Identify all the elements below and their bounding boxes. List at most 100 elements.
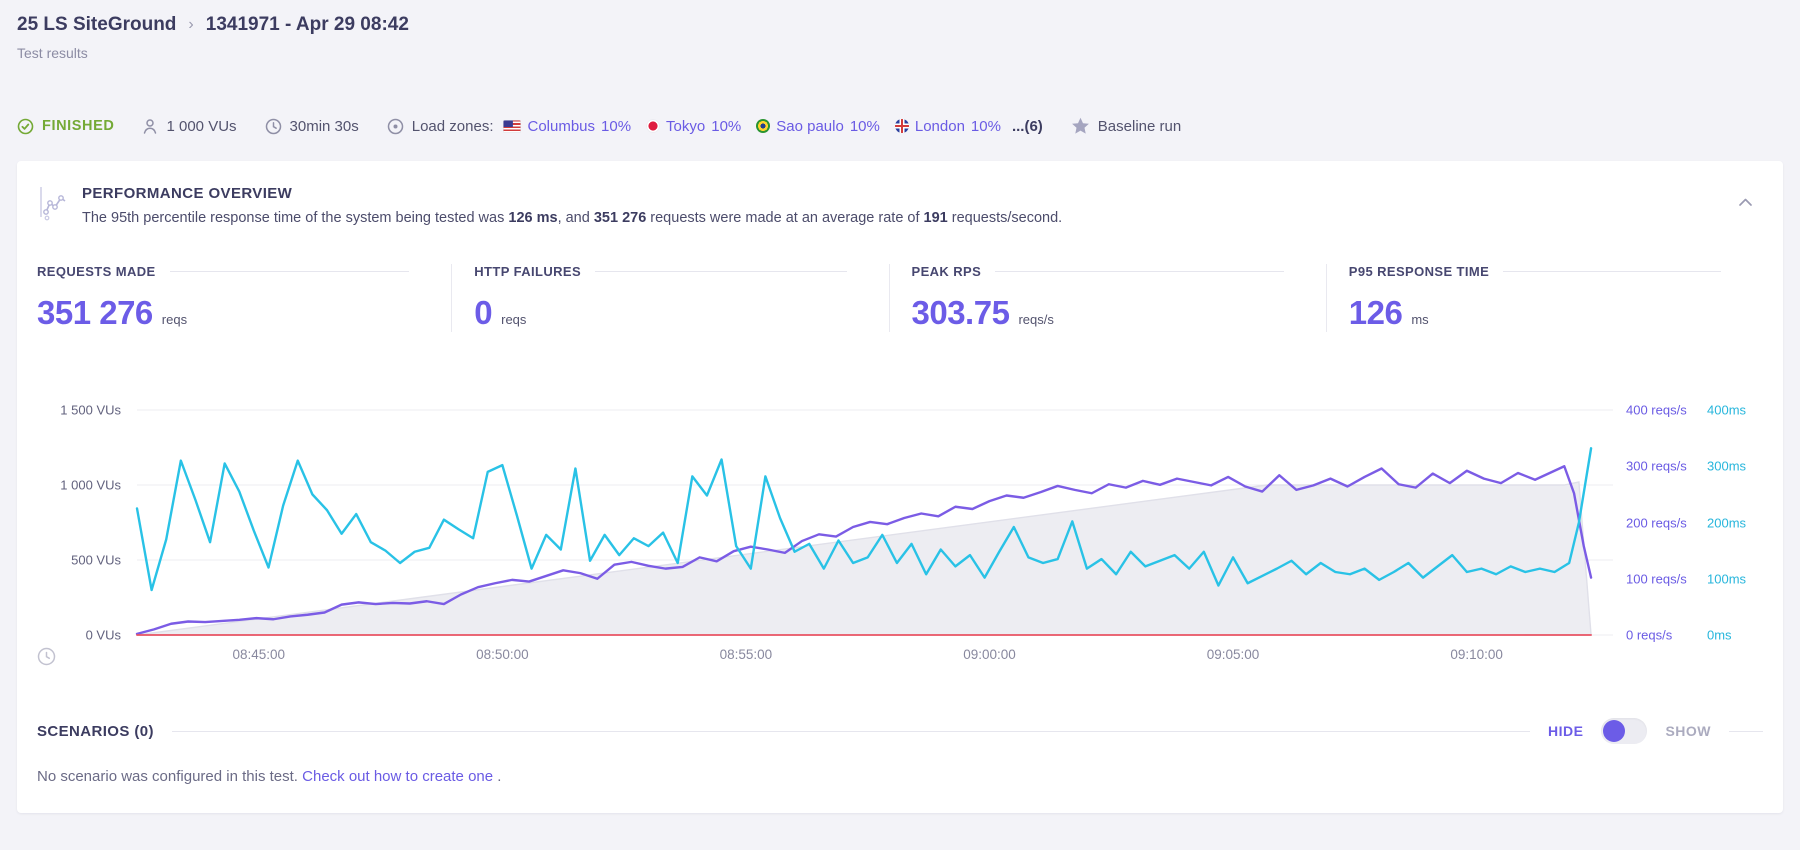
scenarios-message-text: No scenario was configured in this test. [37,768,302,785]
card-header: PERFORMANCE OVERVIEW The 95th percentile… [37,183,1763,226]
more-zones-link[interactable]: ...(6) [1012,118,1043,135]
collapse-chevron-up-icon[interactable] [1738,197,1753,207]
zone-sao-paulo: Sao paulo 10% [756,118,880,135]
time-clock-icon [37,647,56,666]
rps-tick-label: 300 reqs/s [1626,459,1698,474]
metric-http-failures: HTTP FAILURES 0reqs [451,264,888,332]
zone-london: London 10% [895,118,1001,135]
y-right-tick: 0 reqs/s0ms [1626,628,1732,643]
y-left-tick: 0 VUs [86,628,121,643]
card-description: The 95th percentile response time of the… [82,210,1062,226]
ms-tick-label: 200ms [1707,515,1746,530]
status-duration: 30min 30s [265,118,359,135]
divider [172,731,1530,732]
divider [995,271,1284,272]
desc-text: requests were made at an average rate of [646,210,923,226]
metric-unit: reqs [501,312,526,327]
divider [1503,271,1721,272]
metric-requests-made: REQUESTS MADE 351 276reqs [37,264,451,332]
zone-percent: 10% [601,118,631,135]
show-label[interactable]: SHOW [1665,723,1711,739]
page-subtitle: Test results [17,45,1783,61]
metric-unit: reqs [162,312,187,327]
breadcrumb-run-name[interactable]: 1341971 - Apr 29 08:42 [206,14,409,36]
chart-plot-area[interactable] [137,410,1613,635]
status-label: FINISHED [42,118,114,134]
y-left-tick: 1 000 VUs [60,477,121,492]
x-time-tick: 08:45:00 [233,647,286,662]
ms-tick-label: 100ms [1707,571,1746,586]
desc-text: The 95th percentile response time of the… [82,210,508,226]
rps-tick-label: 200 reqs/s [1626,515,1698,530]
x-time-tick: 08:55:00 [720,647,773,662]
metric-label: REQUESTS MADE [37,264,156,279]
y-left-tick: 1 500 VUs [60,403,121,418]
divider [170,271,410,272]
y-right-tick: 200 reqs/s 200ms [1626,515,1746,530]
card-title: PERFORMANCE OVERVIEW [82,183,1062,202]
metric-value: 303.75 [912,294,1010,332]
breadcrumb-test-name[interactable]: 25 LS SiteGround [17,14,176,36]
y-right-tick: 100 reqs/s100ms [1626,571,1746,586]
clock-icon [265,118,282,135]
check-circle-icon [17,118,34,135]
metric-value: 126 [1349,294,1403,332]
metric-unit: ms [1411,312,1428,327]
rps-tick-label: 400 reqs/s [1626,403,1698,418]
breadcrumb: 25 LS SiteGround › 1341971 - Apr 29 08:4… [17,14,1783,36]
card-header-text: PERFORMANCE OVERVIEW The 95th percentile… [82,183,1062,226]
status-vus: 1 000 VUs [142,118,236,135]
scenarios-section: SCENARIOS (0) HIDE SHOW No scenario was … [37,718,1763,785]
metric-label: PEAK RPS [912,264,982,279]
zone-columbus: Columbus 10% [503,118,631,135]
zone-percent: 10% [711,118,741,135]
duration-value: 30min 30s [290,118,359,135]
zone-city-link[interactable]: Sao paulo [776,118,844,135]
hide-label[interactable]: HIDE [1548,723,1583,739]
y-right-tick: 300 reqs/s 300ms [1626,459,1746,474]
flag-br-icon [756,119,770,133]
flag-us-icon [503,120,521,133]
performance-chart: 0 VUs500 VUs1 000 VUs1 500 VUs 0 reqs/s0… [37,410,1763,666]
y-axis-rps-ms: 0 reqs/s0ms100 reqs/s100ms200 reqs/s200m… [1613,410,1763,635]
load-zones-label: Load zones: [412,118,494,135]
zone-city-link[interactable]: London [915,118,965,135]
desc-text: requests/second. [948,210,1062,226]
y-left-tick: 500 VUs [71,552,121,567]
divider [1729,731,1763,732]
status-bar: FINISHED 1 000 VUs 30min 30s Load zones:… [17,117,1783,135]
star-icon[interactable] [1071,117,1090,135]
zone-city-link[interactable]: Tokyo [666,118,705,135]
x-time-tick: 09:10:00 [1450,647,1503,662]
line-chart-icon [37,183,69,221]
status-baseline: Baseline run [1071,117,1181,135]
flag-jp-icon [646,119,660,133]
zone-percent: 10% [850,118,880,135]
hide-show-toggle[interactable] [1601,718,1647,744]
ms-tick-label: 300ms [1707,459,1746,474]
y-axis-vus: 0 VUs500 VUs1 000 VUs1 500 VUs [37,410,137,635]
x-axis-time: 08:45:00 08:50:00 08:55:00 09:00:00 09:05:00… [137,647,1613,665]
toggle-knob [1603,720,1625,742]
x-time-tick: 09:05:00 [1207,647,1260,662]
vus-value: 1 000 VUs [166,118,236,135]
rps-tick-label: 0 reqs/s [1626,628,1698,643]
status-finished: FINISHED [17,118,114,135]
scenarios-message: No scenario was configured in this test.… [37,768,1763,785]
metric-label: P95 RESPONSE TIME [1349,264,1489,279]
desc-rate-value: 191 [924,210,948,226]
create-scenario-link[interactable]: Check out how to create one [302,768,493,785]
ms-tick-label: 400ms [1707,403,1746,418]
x-time-tick: 08:50:00 [476,647,529,662]
person-icon [142,118,158,135]
zone-city-link[interactable]: Columbus [527,118,595,135]
location-pin-icon [387,118,404,135]
y-right-tick: 400 reqs/s 400ms [1626,403,1746,418]
desc-text: , and [558,210,594,226]
metric-value: 0 [474,294,492,332]
metrics-row: REQUESTS MADE 351 276reqs HTTP FAILURES … [37,264,1763,332]
metric-peak-rps: PEAK RPS 303.75reqs/s [889,264,1326,332]
x-time-tick: 09:00:00 [963,647,1016,662]
metric-p95-response-time: P95 RESPONSE TIME 126 ms [1326,264,1763,332]
load-zones-list: Columbus 10% Tokyo 10% Sao paulo 10% Lon… [503,118,1042,135]
